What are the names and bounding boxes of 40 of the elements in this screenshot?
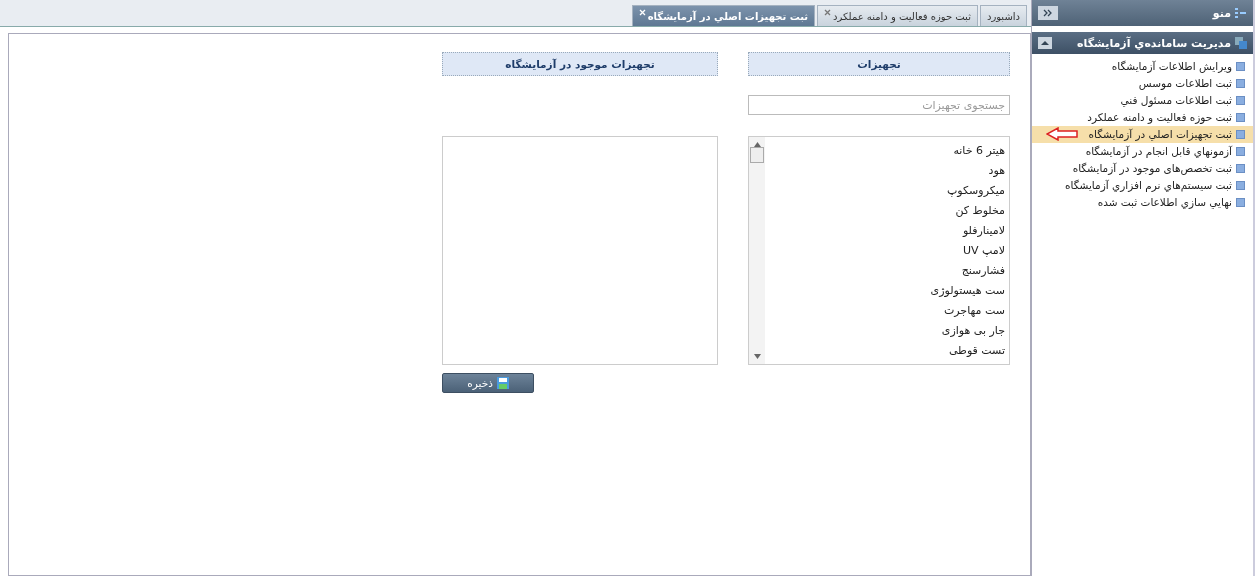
menu-item[interactable]: آزمونهاي قابل انجام در آزمايشگاه [1032,143,1253,160]
list-item[interactable]: میکروسکوپ [769,181,1005,201]
list-item[interactable]: لامینارفلو [769,221,1005,241]
menu-item[interactable]: ويرايش اطلاعات آزمايشگاه [1032,58,1253,75]
menu-item[interactable]: ثبت اطلاعات موسس [1032,75,1253,92]
section-header[interactable]: مديريت سامانده‌ي آزمايشگاه [1032,32,1253,54]
menu-icon [1235,7,1247,19]
list-item[interactable]: جار بی هوازی [769,321,1005,341]
scroll-down-icon[interactable] [753,354,761,359]
menu-item[interactable]: ثبت تجهيزات اصلي در آزمايشگاه [1032,126,1253,143]
list-item[interactable]: ست هیستولوژی [769,281,1005,301]
column-header: تجهیزات موجود در آزمایشگاه [442,52,718,76]
list-item[interactable]: مخلوط کن [769,201,1005,221]
menu-title: منو [1212,6,1231,20]
menu-item[interactable]: ثبت حوزه فعالیت و دامنه عملکرد [1032,109,1253,126]
column-header: تجهیزات [748,52,1010,76]
close-icon[interactable] [824,9,832,16]
menu-item[interactable]: ثبت سيستم‌هاي نرم افزاري آزمايشگاه [1032,177,1253,194]
save-button[interactable]: ذخیره [442,373,534,393]
search-field[interactable]: جستجوی تجهیزات [748,95,1010,115]
collapse-up-icon[interactable] [1038,37,1052,49]
scrollbar[interactable] [749,137,765,364]
menu-item[interactable]: ثبت اطلاعات مسئول فني [1032,92,1253,109]
folder-icon [1235,37,1247,49]
collapse-button[interactable] [1038,6,1058,20]
equipment-listbox[interactable]: هیتر 6 خانه هود میکروسکوپ مخلوط کن لامینارفلو لامپ UV فشارسنج ست هیستولوژی ست مهاجرت جار بی هوازی تست قوطی [748,136,1010,365]
menu-item[interactable]: نهايي سازي اطلاعات ثبت شده [1032,194,1253,211]
menu-item[interactable]: ثبت تخصص‌های موجود در آزمايشگاه [1032,160,1253,177]
list-item[interactable]: تست قوطی [769,341,1005,361]
pointer-arrow-icon [1046,127,1078,141]
list-item[interactable]: ست مهاجرت [769,301,1005,321]
tab[interactable]: داشبورد [979,5,1027,26]
list-item[interactable]: فشارسنج [769,261,1005,281]
section-title: مديريت سامانده‌ي آزمايشگاه [1077,36,1231,50]
list-item[interactable]: لامپ UV [769,241,1005,261]
scroll-thumb[interactable] [750,147,764,163]
tab[interactable]: ثبت حوزه فعالیت و دامنه عملکرد [817,5,978,26]
list-item[interactable]: هیتر 6 خانه [769,141,1005,161]
tab[interactable]: ثبت تجهيزات اصلي در آزمايشگاه [631,5,816,26]
list-item[interactable]: هود [769,161,1005,181]
